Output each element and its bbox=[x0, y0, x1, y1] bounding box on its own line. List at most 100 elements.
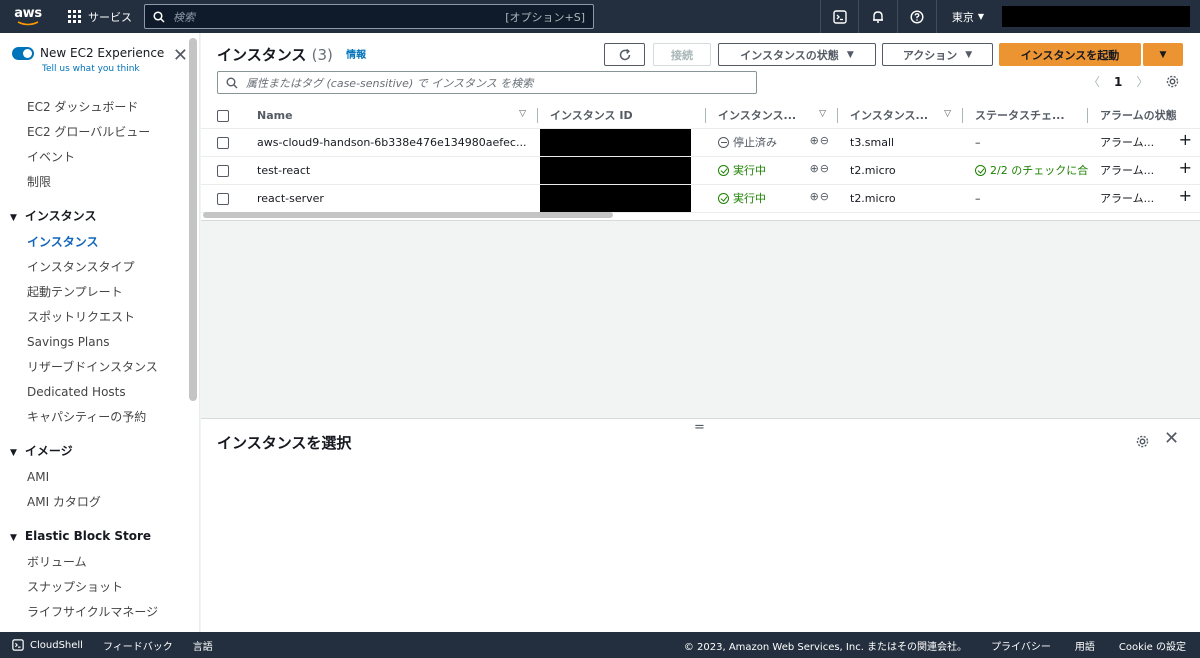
add-alarm-icon[interactable]: + bbox=[1179, 132, 1192, 148]
sidebar-item-limits[interactable]: 制限 bbox=[0, 170, 188, 195]
services-label: サービス bbox=[88, 10, 132, 24]
status-check: – bbox=[963, 128, 1088, 157]
global-search-input[interactable]: 検索 [オプション+S] bbox=[144, 4, 594, 29]
sidebar-item-ami[interactable]: AMI bbox=[0, 465, 188, 490]
instance-count: (3) bbox=[311, 46, 333, 64]
grid-icon bbox=[68, 9, 82, 24]
new-experience-toggle[interactable] bbox=[12, 47, 34, 60]
instance-id-cell bbox=[538, 156, 706, 185]
table-row[interactable]: aws-cloud9-handson-6b338e476e134980aefec… bbox=[201, 128, 1200, 157]
sidebar-item-launch-templates[interactable]: 起動テンプレート bbox=[0, 280, 188, 305]
header-label: Name bbox=[257, 108, 293, 122]
language-selector[interactable]: 言語 bbox=[193, 638, 213, 653]
column-header-instance-type[interactable]: インスタンス... ▽ bbox=[838, 103, 963, 129]
instance-id-cell bbox=[538, 184, 706, 213]
table-row[interactable]: react-server 実行中 ⊕⊖ t2.micro – アラーム... + bbox=[201, 184, 1200, 213]
split-resize-handle[interactable]: = bbox=[694, 420, 705, 435]
instance-state-dropdown[interactable]: インスタンスの状態 ▼ bbox=[718, 43, 876, 66]
close-icon[interactable]: ✕ bbox=[173, 47, 188, 65]
column-header-instance-id[interactable]: インスタンス ID bbox=[538, 103, 706, 129]
instance-state-label: インスタンスの状態 bbox=[740, 48, 839, 62]
sidebar-item-snapshots[interactable]: スナップショット bbox=[0, 575, 188, 600]
sidebar-section-images[interactable]: ▼ イメージ bbox=[0, 438, 188, 465]
column-header-status-check[interactable]: ステータスチェ... bbox=[963, 103, 1088, 129]
zoom-icons[interactable]: ⊕⊖ bbox=[810, 162, 830, 175]
notifications-button[interactable] bbox=[859, 0, 898, 33]
column-header-alarm-status[interactable]: アラームの状態 bbox=[1088, 103, 1200, 129]
instance-state: 停止済み bbox=[733, 136, 777, 149]
settings-gear-icon[interactable] bbox=[1135, 434, 1150, 449]
check-passed-icon bbox=[975, 165, 986, 176]
sidebar-item-ami-catalog[interactable]: AMI カタログ bbox=[0, 490, 188, 515]
column-header-name[interactable]: Name ▽ bbox=[241, 103, 538, 129]
filter-placeholder: 属性またはタグ (case-sensitive) で インスタンス を検索 bbox=[246, 76, 534, 90]
sidebar-item-spot-requests[interactable]: スポットリクエスト bbox=[0, 305, 188, 330]
select-all-checkbox[interactable] bbox=[217, 109, 229, 122]
aws-logo-text: aws bbox=[14, 5, 42, 21]
privacy-link[interactable]: プライバシー bbox=[991, 638, 1051, 653]
row-checkbox[interactable] bbox=[217, 192, 229, 205]
connect-button[interactable]: 接続 bbox=[653, 43, 711, 66]
page-number[interactable]: 1 bbox=[1114, 75, 1122, 89]
launch-instance-dropdown[interactable]: ▼ bbox=[1143, 43, 1183, 66]
actions-dropdown[interactable]: アクション ▼ bbox=[882, 43, 993, 66]
cookie-settings-link[interactable]: Cookie の設定 bbox=[1119, 638, 1186, 653]
instance-name[interactable]: react-server bbox=[241, 184, 538, 213]
sidebar-item-instances[interactable]: インスタンス bbox=[0, 230, 188, 255]
sidebar-item-capacity-reservations[interactable]: キャパシティーの予約 bbox=[0, 405, 188, 430]
instance-name[interactable]: aws-cloud9-handson-6b338e476e134980aefec… bbox=[241, 128, 538, 157]
table-row[interactable]: test-react 実行中 ⊕⊖ t2.micro 2/2 のチェックに合格しま… bbox=[201, 156, 1200, 185]
sidebar-section-instances[interactable]: ▼ インスタンス bbox=[0, 203, 188, 230]
top-navigation: aws サービス 検索 [オプション+S] 東京 ▼ bbox=[0, 0, 1200, 33]
instance-state-cell: 停止済み ⊕⊖ bbox=[706, 128, 838, 157]
sidebar-item-instance-types[interactable]: インスタンスタイプ bbox=[0, 255, 188, 280]
sidebar-item-global-view[interactable]: EC2 グローバルビュー bbox=[0, 120, 188, 145]
sidebar-item-volumes[interactable]: ボリューム bbox=[0, 550, 188, 575]
instance-state: 実行中 bbox=[733, 192, 766, 205]
info-link[interactable]: 情報 bbox=[346, 50, 366, 61]
sidebar-item-lifecycle-manager[interactable]: ライフサイクルマネージ bbox=[0, 600, 188, 625]
table-header-row: Name ▽ インスタンス ID インスタンス... ▽ インスタンス... ▽ ステ… bbox=[201, 103, 1200, 129]
account-menu-redacted[interactable] bbox=[1002, 6, 1190, 27]
add-alarm-icon[interactable]: + bbox=[1179, 188, 1192, 204]
instance-filter-input[interactable]: 属性またはタグ (case-sensitive) で インスタンス を検索 bbox=[217, 71, 757, 94]
row-select-cell bbox=[201, 156, 241, 185]
refresh-button[interactable] bbox=[604, 43, 645, 66]
table-horizontal-scrollbar[interactable] bbox=[203, 212, 613, 218]
status-check: – bbox=[963, 184, 1088, 213]
section-label: インスタンス bbox=[24, 209, 97, 223]
feedback-link[interactable]: Tell us what you think bbox=[42, 64, 140, 74]
chevron-right-icon[interactable]: 〉 bbox=[1136, 73, 1148, 90]
add-alarm-icon[interactable]: + bbox=[1179, 160, 1192, 176]
zoom-icons[interactable]: ⊕⊖ bbox=[810, 190, 830, 203]
sidebar-item-dedicated-hosts[interactable]: Dedicated Hosts bbox=[0, 380, 188, 405]
instance-type: t3.small bbox=[838, 128, 963, 157]
column-header-instance-state[interactable]: インスタンス... ▽ bbox=[706, 103, 838, 129]
row-checkbox[interactable] bbox=[217, 136, 229, 149]
search-icon bbox=[226, 77, 238, 88]
sidebar-item-savings-plans[interactable]: Savings Plans bbox=[0, 330, 188, 355]
close-icon[interactable]: ✕ bbox=[1164, 430, 1179, 448]
services-menu-button[interactable]: サービス bbox=[56, 0, 142, 33]
instance-name[interactable]: test-react bbox=[241, 156, 538, 185]
actions-label: アクション bbox=[902, 48, 958, 62]
region-selector[interactable]: 東京 ▼ bbox=[940, 0, 996, 33]
alarm-status-cell: アラーム... + bbox=[1088, 184, 1200, 213]
aws-logo[interactable]: aws bbox=[0, 0, 56, 33]
feedback-link[interactable]: フィードバック bbox=[103, 638, 173, 653]
cloudshell-button[interactable] bbox=[820, 0, 859, 33]
zoom-icons[interactable]: ⊕⊖ bbox=[810, 134, 830, 147]
chevron-left-icon[interactable]: 〈 bbox=[1088, 73, 1100, 90]
sidebar-section-ebs[interactable]: ▼ Elastic Block Store bbox=[0, 523, 188, 550]
aws-smile-icon bbox=[17, 20, 39, 25]
sidebar-item-ec2-dashboard[interactable]: EC2 ダッシュボード bbox=[0, 95, 188, 120]
sidebar-item-reserved-instances[interactable]: リザーブドインスタンス bbox=[0, 355, 188, 380]
sidebar-item-events[interactable]: イベント bbox=[0, 145, 188, 170]
settings-gear-icon[interactable] bbox=[1165, 74, 1180, 89]
terms-link[interactable]: 用語 bbox=[1075, 638, 1095, 653]
launch-instance-button[interactable]: インスタンスを起動 bbox=[999, 43, 1141, 66]
help-button[interactable] bbox=[898, 0, 937, 33]
row-checkbox[interactable] bbox=[217, 164, 229, 177]
sidebar-scrollbar[interactable] bbox=[189, 38, 197, 401]
cloudshell-footer-button[interactable]: CloudShell bbox=[12, 639, 83, 651]
